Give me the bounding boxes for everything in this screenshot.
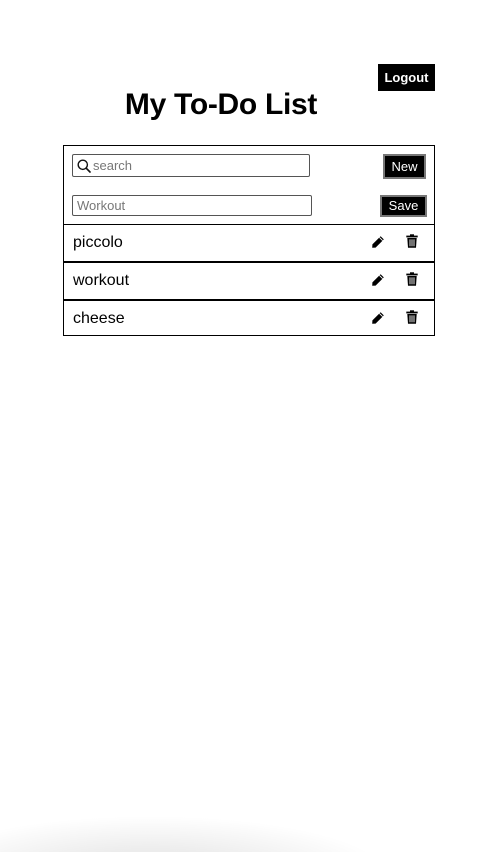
todo-label: piccolo (73, 234, 123, 251)
trash-icon[interactable] (406, 234, 418, 248)
trash-icon[interactable] (406, 272, 418, 286)
list-item: cheese (64, 301, 434, 337)
bottom-shadow (0, 806, 496, 852)
trash-icon[interactable] (406, 310, 418, 324)
todo-label: cheese (73, 310, 125, 327)
list-item: workout (64, 263, 434, 301)
search-icon (77, 159, 91, 173)
search-box[interactable] (72, 154, 310, 177)
task-input[interactable] (72, 195, 312, 216)
new-button[interactable]: New (383, 154, 426, 179)
todo-panel: New Save piccolo workout (63, 145, 435, 336)
page-title: My To-Do List (124, 88, 318, 121)
todo-label: workout (73, 272, 130, 289)
save-button[interactable]: Save (380, 195, 427, 217)
pencil-icon[interactable] (371, 311, 385, 325)
list-item: piccolo (64, 225, 434, 263)
todo-list: piccolo workout cheese (64, 224, 434, 337)
pencil-icon[interactable] (371, 273, 385, 287)
pencil-icon[interactable] (371, 235, 385, 249)
search-input[interactable] (93, 155, 305, 176)
